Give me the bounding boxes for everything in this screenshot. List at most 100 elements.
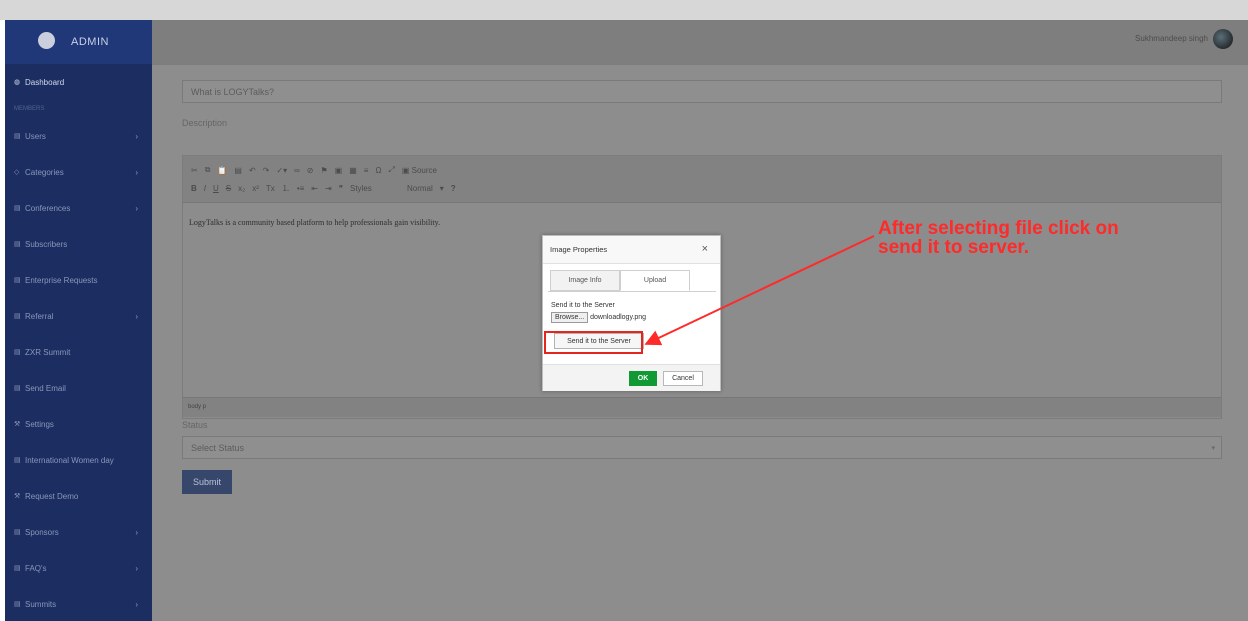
sidebar-item-send-email[interactable]: ▤ Send Email bbox=[5, 370, 152, 406]
editor-toolbar: ✂ ⧉ 📋 ▤ ↶ ↷ ✓▾ ∞ ⊘ ⚑ ▣ ▦ ≡ Ω ⤢ ▣ Source … bbox=[183, 156, 1221, 203]
anchor-icon[interactable]: ⚑ bbox=[320, 166, 327, 175]
sidebar-item-label: ZXR Summit bbox=[25, 347, 71, 357]
list-icon: ▤ bbox=[14, 385, 21, 392]
sidebar-item-request-demo[interactable]: ⚒ Request Demo bbox=[5, 478, 152, 514]
users-icon: ▤ bbox=[14, 133, 21, 140]
styles-select[interactable]: Styles bbox=[350, 184, 400, 193]
sidebar-item-faq-s[interactable]: ▤ FAQ's › bbox=[5, 550, 152, 586]
tab-image-info[interactable]: Image Info bbox=[550, 270, 620, 291]
top-bar: Sukhmandeep singh bbox=[152, 20, 1248, 65]
indent-icon[interactable]: ⇥ bbox=[325, 184, 332, 193]
wrench-icon: ⚒ bbox=[14, 421, 21, 428]
superscript-icon[interactable]: x² bbox=[252, 184, 259, 193]
sidebar-item-enterprise-requests[interactable]: ▤ Enterprise Requests bbox=[5, 262, 152, 298]
chevron-down-icon: ▾ bbox=[1211, 444, 1215, 452]
table-icon[interactable]: ▦ bbox=[349, 166, 357, 175]
subscript-icon[interactable]: x₂ bbox=[238, 184, 245, 193]
ok-button[interactable]: OK bbox=[629, 371, 657, 386]
list-icon: ▤ bbox=[14, 565, 21, 572]
sidebar-item-referral[interactable]: ▤ Referral › bbox=[5, 298, 152, 334]
image-icon[interactable]: ▣ bbox=[335, 166, 343, 175]
sidebar-item-label: Subscribers bbox=[25, 239, 68, 249]
link-icon[interactable]: ∞ bbox=[294, 166, 300, 175]
sidebar-section-label: MEMBERS bbox=[14, 106, 45, 112]
sidebar-item-label: Conferences bbox=[25, 203, 71, 213]
sidebar-item-summits[interactable]: ▤ Summits › bbox=[5, 586, 152, 621]
help-icon[interactable]: ? bbox=[451, 184, 456, 193]
sidebar-item-label: Dashboard bbox=[25, 77, 65, 87]
dialog-footer: OK Cancel bbox=[543, 364, 720, 391]
status-select[interactable]: Select Status ▾ bbox=[182, 436, 1222, 459]
file-input[interactable]: Browse... downloadlogy.png bbox=[551, 309, 716, 323]
italic-icon[interactable]: I bbox=[204, 184, 206, 193]
description-label: Description bbox=[182, 118, 228, 128]
user-name[interactable]: Sukhmandeep singh bbox=[1135, 34, 1208, 43]
avatar[interactable] bbox=[1213, 29, 1233, 49]
dialog-tabs: Image Info Upload bbox=[550, 270, 690, 291]
chevron-down-icon[interactable]: ▾ bbox=[440, 184, 444, 193]
format-select[interactable]: Normal bbox=[407, 184, 433, 193]
chevron-right-icon: › bbox=[135, 599, 138, 609]
list-icon: ▤ bbox=[14, 205, 21, 212]
sidebar-item-label: Summits bbox=[25, 599, 57, 609]
redo-icon[interactable]: ↷ bbox=[263, 166, 270, 175]
submit-button[interactable]: Submit bbox=[182, 470, 232, 494]
chevron-right-icon: › bbox=[135, 527, 138, 537]
title-input[interactable]: What is LOGYTalks? bbox=[182, 80, 1222, 103]
bold-icon[interactable]: B bbox=[191, 184, 197, 193]
toolbar-row-1: ✂ ⧉ 📋 ▤ ↶ ↷ ✓▾ ∞ ⊘ ⚑ ▣ ▦ ≡ Ω ⤢ ▣ Source bbox=[191, 161, 1213, 179]
browse-button[interactable]: Browse... bbox=[551, 312, 589, 323]
copy-icon[interactable]: ⧉ bbox=[205, 165, 211, 175]
brand[interactable]: ADMIN bbox=[5, 20, 152, 64]
sidebar-item-conferences[interactable]: ▤ Conferences › bbox=[5, 190, 152, 226]
status-select-value: Select Status bbox=[191, 442, 245, 453]
sidebar-item-label: Request Demo bbox=[25, 491, 79, 501]
numbered-list-icon[interactable]: ⒈ bbox=[282, 183, 290, 194]
source-button[interactable]: ▣ Source bbox=[402, 166, 437, 175]
dashboard-icon: ◍ bbox=[14, 79, 21, 86]
toolbar-row-2: B I U S x₂ x² Tx ⒈ •≡ ⇤ ⇥ ❞ Styles Norma… bbox=[191, 179, 1213, 197]
title-input-value: What is LOGYTalks? bbox=[191, 86, 275, 97]
sidebar-item-international-women-day[interactable]: ▤ International Women day bbox=[5, 442, 152, 478]
chevron-right-icon: › bbox=[135, 311, 138, 321]
wrench-icon: ⚒ bbox=[14, 493, 21, 500]
close-icon[interactable]: × bbox=[702, 243, 708, 255]
file-name: downloadlogy.png bbox=[590, 314, 647, 321]
sidebar-item-categories[interactable]: ◇ Categories › bbox=[5, 154, 152, 190]
chevron-right-icon: › bbox=[135, 167, 138, 177]
sidebar-item-settings[interactable]: ⚒ Settings bbox=[5, 406, 152, 442]
sidebar-item-sponsors[interactable]: ▤ Sponsors › bbox=[5, 514, 152, 550]
sidebar-item-zxr-summit[interactable]: ▤ ZXR Summit bbox=[5, 334, 152, 370]
annotation-line-2: send it to server. bbox=[878, 237, 1030, 258]
blockquote-icon[interactable]: ❞ bbox=[339, 184, 343, 193]
editor-path-bar: body p bbox=[183, 397, 1221, 417]
chevron-right-icon: › bbox=[135, 131, 138, 141]
sidebar-item-label: International Women day bbox=[25, 455, 114, 465]
sidebar-item-dashboard[interactable]: ◍ Dashboard bbox=[5, 64, 152, 100]
tab-upload[interactable]: Upload bbox=[620, 270, 690, 291]
special-char-icon[interactable]: Ω bbox=[375, 166, 381, 175]
undo-icon[interactable]: ↶ bbox=[249, 166, 256, 175]
paste-text-icon[interactable]: ▤ bbox=[234, 166, 242, 175]
list-icon: ▤ bbox=[14, 313, 21, 320]
unlink-icon[interactable]: ⊘ bbox=[307, 166, 314, 175]
underline-icon[interactable]: U bbox=[213, 184, 219, 193]
brand-name: ADMIN bbox=[71, 36, 109, 48]
cancel-button[interactable]: Cancel bbox=[663, 371, 703, 386]
sidebar-item-users[interactable]: ▤ Users › bbox=[5, 118, 152, 154]
maximize-icon[interactable]: ⤢ bbox=[388, 165, 394, 175]
editor-path[interactable]: body p bbox=[188, 404, 206, 410]
strike-icon[interactable]: S bbox=[226, 184, 231, 193]
editor-text: LogyTalks is a community based platform … bbox=[189, 218, 441, 227]
logo-icon bbox=[38, 32, 55, 49]
horizontal-line-icon[interactable]: ≡ bbox=[364, 166, 369, 175]
highlight-box bbox=[544, 331, 643, 354]
outdent-icon[interactable]: ⇤ bbox=[311, 184, 318, 193]
spellcheck-icon[interactable]: ✓▾ bbox=[276, 166, 287, 175]
sidebar-item-label: Settings bbox=[25, 419, 54, 429]
sidebar-item-subscribers[interactable]: ▤ Subscribers bbox=[5, 226, 152, 262]
bullet-list-icon[interactable]: •≡ bbox=[297, 184, 304, 193]
remove-format-icon[interactable]: Tx bbox=[266, 184, 275, 193]
paste-icon[interactable]: 📋 bbox=[217, 166, 227, 175]
cut-icon[interactable]: ✂ bbox=[191, 166, 198, 175]
